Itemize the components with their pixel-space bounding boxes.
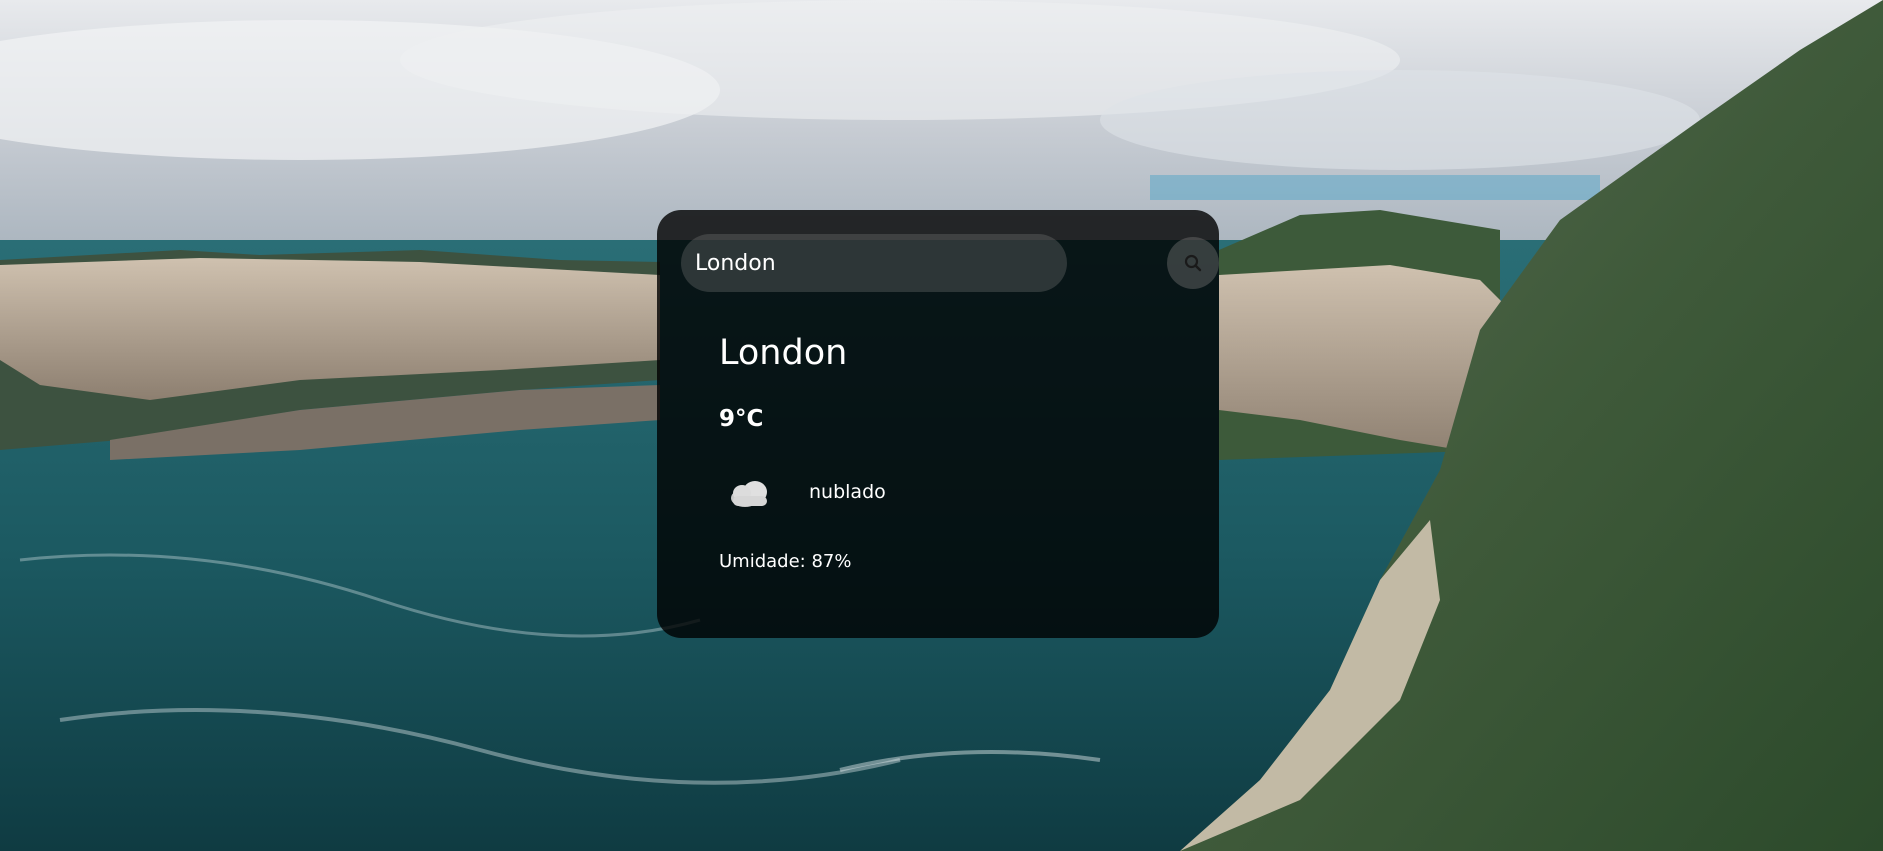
humidity: Umidade: 87%	[719, 551, 852, 572]
weather-condition: nublado	[725, 472, 886, 512]
search-input[interactable]	[681, 234, 1067, 292]
background-landscape: London 9°C nublado Umidade: 87%	[0, 0, 1883, 851]
search-icon	[1184, 254, 1202, 272]
weather-card: London 9°C nublado Umidade: 87%	[657, 210, 1219, 638]
city-name: London	[719, 333, 848, 373]
cloud-icon	[731, 481, 767, 507]
search-button[interactable]	[1167, 237, 1219, 289]
temperature: 9°C	[719, 406, 764, 432]
search-bar	[681, 234, 1219, 292]
weather-description: nublado	[809, 480, 886, 503]
